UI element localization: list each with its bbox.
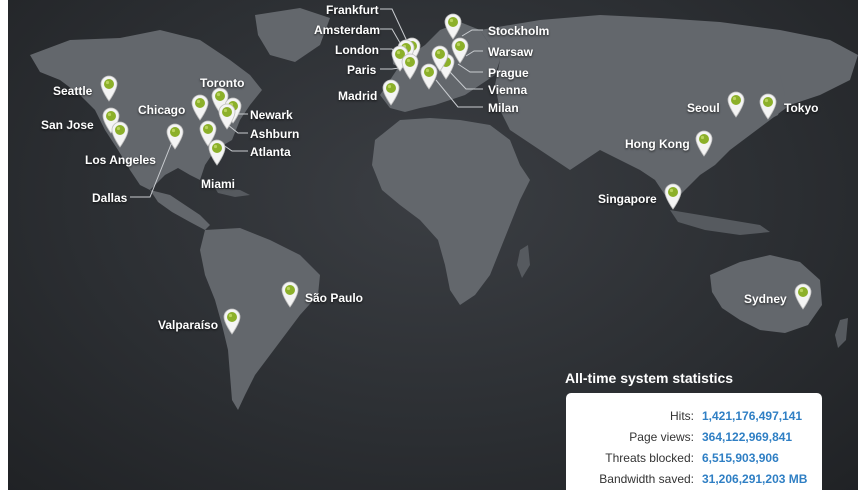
stat-label: Threats blocked:	[605, 450, 694, 465]
stat-value: 6,515,903,906	[702, 450, 779, 465]
city-label-frankfurt: Frankfurt	[326, 3, 379, 17]
map-pin-paris[interactable]	[400, 52, 420, 80]
africa-landmass	[372, 118, 530, 305]
stat-row-threats-blocked: Threats blocked: 6,515,903,906	[576, 447, 812, 468]
map-pin-icon	[664, 183, 682, 210]
map-pin-icon	[401, 53, 419, 80]
city-label-atlanta: Atlanta	[250, 145, 291, 159]
city-label-prague: Prague	[488, 66, 529, 80]
map-pin-icon	[727, 91, 745, 118]
map-pin-icon	[208, 139, 226, 166]
city-label-madrid: Madrid	[338, 89, 378, 103]
map-pin-dallas[interactable]	[165, 122, 185, 150]
stat-value: 1,421,176,497,141	[702, 408, 803, 423]
map-pin-icon	[191, 94, 209, 121]
stat-row-hits: Hits: 1,421,176,497,141	[576, 405, 812, 426]
city-label-newark: Newark	[250, 108, 293, 122]
map-pin-miami[interactable]	[207, 138, 227, 166]
stat-row-page-views: Page views: 364,122,969,841	[576, 426, 812, 447]
map-pin-chicago[interactable]	[190, 93, 210, 121]
world-map: Frankfurt Amsterdam London Paris Madrid Stock…	[0, 0, 864, 490]
map-pin-icon	[695, 130, 713, 157]
map-pin-icon	[100, 75, 118, 102]
city-label-sydney: Sydney	[744, 292, 787, 306]
new-zealand-landmass	[835, 318, 848, 348]
map-pin-icon	[759, 93, 777, 120]
city-label-vienna: Vienna	[488, 83, 528, 97]
central-america-landmass	[150, 190, 210, 230]
city-label-tokyo: Tokyo	[784, 101, 819, 115]
map-pin-icon	[281, 281, 299, 308]
stat-row-bandwidth-saved: Bandwidth saved: 31,206,291,203 MB	[576, 468, 812, 489]
map-pin-icon	[218, 103, 236, 130]
city-label-london: London	[335, 43, 379, 57]
city-label-dallas: Dallas	[92, 191, 128, 205]
map-pin-madrid[interactable]	[381, 78, 401, 106]
stat-value: 364,122,969,841	[702, 429, 793, 444]
city-label-seoul: Seoul	[687, 101, 720, 115]
city-label-ashburn: Ashburn	[250, 127, 300, 141]
city-label-stockholm: Stockholm	[488, 24, 550, 38]
map-pin-icon	[166, 123, 184, 150]
map-pin-icon	[223, 308, 241, 335]
map-pin-los-angeles[interactable]	[110, 120, 130, 148]
city-label-chicago: Chicago	[138, 103, 186, 117]
city-label-singapore: Singapore	[598, 192, 657, 206]
map-pin-icon	[111, 121, 129, 148]
stats-panel: Hits: 1,421,176,497,141 Page views: 364,…	[566, 393, 822, 490]
map-pin-icon	[382, 79, 400, 106]
stat-label: Page views:	[629, 429, 694, 444]
indonesia-islands	[670, 210, 770, 235]
stat-value: 31,206,291,203 MB	[702, 471, 808, 486]
map-pin-seattle[interactable]	[99, 74, 119, 102]
city-label-toronto: Toronto	[200, 76, 245, 90]
map-pin-icon	[794, 283, 812, 310]
map-pin-hong-kong[interactable]	[694, 129, 714, 157]
stat-label: Bandwidth saved:	[599, 471, 694, 486]
city-label-los-angeles: Los Angeles	[85, 153, 156, 167]
city-label-sao-paulo: São Paulo	[305, 291, 364, 305]
city-label-san-jose: San Jose	[41, 118, 94, 132]
city-label-hong-kong: Hong Kong	[625, 137, 690, 151]
map-pin-tokyo[interactable]	[758, 92, 778, 120]
madagascar-landmass	[517, 245, 530, 278]
city-label-amsterdam: Amsterdam	[314, 23, 381, 37]
map-pin-valparaiso[interactable]	[222, 307, 242, 335]
city-label-miami: Miami	[201, 177, 236, 191]
stat-label: Hits:	[670, 408, 694, 423]
city-label-warsaw: Warsaw	[488, 45, 533, 59]
map-pin-milan[interactable]	[419, 62, 439, 90]
map-pin-singapore[interactable]	[663, 182, 683, 210]
map-pin-seoul[interactable]	[726, 90, 746, 118]
map-pin-sydney[interactable]	[793, 282, 813, 310]
map-pin-ashburn[interactable]	[217, 102, 237, 130]
city-label-seattle: Seattle	[53, 84, 93, 98]
map-pin-sao-paulo[interactable]	[280, 280, 300, 308]
map-pin-icon	[420, 63, 438, 90]
city-label-valparaiso: Valparaíso	[158, 318, 219, 332]
city-label-milan: Milan	[488, 101, 519, 115]
city-label-paris: Paris	[347, 63, 377, 77]
stats-title: All-time system statistics	[565, 370, 734, 386]
